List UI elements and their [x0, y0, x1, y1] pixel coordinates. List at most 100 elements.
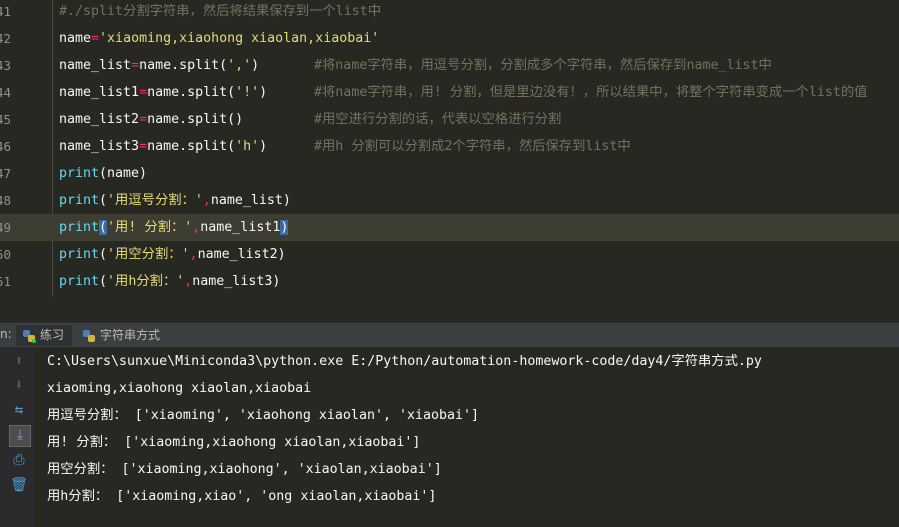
console-line: 用! 分割： ['xiaoming,xiaohong xiaolan,xiaob… [47, 435, 421, 450]
line-number: 51 [0, 274, 12, 289]
line-number: 44 [0, 85, 12, 100]
code-line[interactable]: 48 print('用逗号分割：',name_list) [0, 187, 899, 214]
code-token: ( [99, 220, 108, 235]
code-token: name_list2) [197, 247, 286, 262]
line-number: 42 [0, 31, 12, 46]
line-number: 41 [0, 4, 12, 19]
code-token: name.split() [147, 112, 244, 127]
code-token: name.split( [139, 58, 228, 73]
console-line: xiaoming,xiaohong xiaolan,xiaobai [47, 381, 312, 396]
code-line[interactable]: 49 print('用! 分割：',name_list1) [0, 214, 899, 241]
run-toolbar: ⬆ ⬇ ⇆ ⤓ ⎙ 🗑 [0, 348, 36, 527]
trash-icon[interactable]: 🗑 [10, 476, 28, 494]
print-icon[interactable]: ⎙ [10, 451, 28, 469]
code-token: '用! 分割：' [107, 220, 193, 235]
code-line[interactable]: 46 name_list3=name.split('h') #用h 分割可以分割成2… [0, 133, 899, 160]
console-output: C:\Users\sunxue\Miniconda3\python.exe E:… [47, 348, 762, 510]
down-arrow-icon[interactable]: ⬇ [10, 376, 28, 394]
code-token: name_list3) [192, 274, 281, 289]
code-token: print [59, 220, 100, 235]
tab-label: 字符串方式 [100, 328, 161, 342]
code-text: print('用空分割：',name_list2) [59, 241, 286, 268]
code-token: name [59, 31, 92, 46]
code-token: = [139, 85, 148, 100]
code-token: '!' [235, 85, 260, 100]
code-comment: #将name字符串，用逗号分割，分割成多个字符串，然后保存到name_list中 [314, 58, 772, 73]
soft-wrap-icon[interactable]: ⇆ [10, 401, 28, 419]
code-token: name_list2 [59, 112, 140, 127]
code-comment: #用h 分割可以分割成2个字符串，然后保存到list中 [314, 139, 631, 154]
run-tab-practice[interactable]: 练习 [16, 325, 72, 346]
code-text: print('用逗号分割：',name_list) [59, 187, 291, 214]
scroll-to-end-icon[interactable]: ⤓ [9, 425, 31, 447]
code-token: 'h' [235, 139, 260, 154]
code-token: '用逗号分割：' [107, 193, 203, 208]
code-token: = [91, 31, 100, 46]
code-token: name_list1 [59, 85, 140, 100]
python-icon [83, 330, 95, 342]
code-token: '用h分割：' [107, 274, 185, 289]
run-tab-bar: n: 练习 字符串方式 [0, 322, 899, 348]
console-line: 用空分割： ['xiaoming,xiaohong', 'xiaolan,xia… [47, 462, 442, 477]
code-token: name.split( [147, 85, 236, 100]
run-label: n: [0, 327, 12, 341]
code-comment: #用空进行分割的话，代表以空格进行分割 [314, 112, 562, 127]
code-token: = [139, 112, 148, 127]
code-token: , [189, 247, 198, 262]
code-token: (name) [99, 166, 148, 181]
code-text: name_list=name.split(',') [59, 52, 259, 79]
line-number: 46 [0, 139, 12, 154]
tab-label: 练习 [40, 328, 65, 342]
code-editor[interactable]: 41#./split分割字符串，然后将结果保存到一个list中42name='x… [0, 0, 899, 322]
code-line[interactable]: 50 print('用空分割：',name_list2) [0, 241, 899, 268]
line-number: 48 [0, 193, 12, 208]
code-token: ',' [227, 58, 252, 73]
up-arrow-icon[interactable]: ⬆ [10, 352, 28, 370]
code-text: #./split分割字符串，然后将结果保存到一个list中 [59, 0, 381, 25]
code-token: name_list1 [200, 220, 281, 235]
console-line: C:\Users\sunxue\Miniconda3\python.exe E:… [47, 354, 762, 369]
code-token: #./split分割字符串，然后将结果保存到一个list中 [59, 4, 382, 19]
code-token: print [59, 166, 100, 181]
code-line[interactable]: 43 name_list=name.split(',') #将name字符串，用逗号… [0, 52, 899, 79]
code-line[interactable]: 41 #./split分割字符串，然后将结果保存到一个list中 [0, 0, 899, 25]
code-text: print(name) [59, 160, 147, 187]
code-token: print [59, 193, 100, 208]
line-number: 50 [0, 247, 12, 262]
code-line[interactable]: 45 name_list2=name.split() #用空进行分割的话，代表以空格… [0, 106, 899, 133]
code-line[interactable]: 44 name_list1=name.split('!') #将name字符串，用!… [0, 79, 899, 106]
console-line: 用逗号分割： ['xiaoming', 'xiaohong xiaolan', … [47, 408, 480, 423]
run-tab-string-methods[interactable]: 字符串方式 [76, 325, 166, 346]
code-token: ) [259, 85, 268, 100]
code-token: name.split( [147, 139, 236, 154]
line-number: 45 [0, 112, 12, 127]
code-text: print('用h分割：',name_list3) [59, 268, 280, 295]
code-token: print [59, 247, 100, 262]
code-text: name_list1=name.split('!') [59, 79, 267, 106]
line-number: 49 [0, 220, 12, 235]
code-text: print('用! 分割：',name_list1) [59, 214, 289, 241]
code-line[interactable]: 47 print(name) [0, 160, 899, 187]
line-number: 43 [0, 58, 12, 73]
code-token: ) [259, 139, 268, 154]
code-token: ) [280, 220, 289, 235]
code-comment: #将name字符串，用! 分割，但是里边没有！，所以结果中，将整个字符串变成一个… [314, 85, 868, 100]
code-token: ( [99, 247, 108, 262]
line-number: 47 [0, 166, 12, 181]
code-line[interactable]: 51 print('用h分割：',name_list3) [0, 268, 899, 295]
code-token: name_list3 [59, 139, 140, 154]
code-token: ( [99, 274, 108, 289]
code-token: 'xiaoming,xiaohong xiaolan,xiaobai' [99, 31, 380, 46]
code-token: '用空分割：' [107, 247, 190, 262]
console-line: 用h分割： ['xiaoming,xiao', 'ong xiaolan,xia… [47, 489, 437, 504]
code-token: print [59, 274, 100, 289]
code-token: , [202, 193, 211, 208]
code-token: ( [99, 193, 108, 208]
code-text: name_list2=name.split() [59, 106, 243, 133]
code-token: name_list [59, 58, 132, 73]
code-line[interactable]: 42 name='xiaoming,xiaohong xiaolan,xiaoba… [0, 25, 899, 52]
code-token: name_list) [210, 193, 291, 208]
code-text: name='xiaoming,xiaohong xiaolan,xiaobai' [59, 25, 379, 52]
code-text: name_list3=name.split('h') [59, 133, 267, 160]
code-token: ) [251, 58, 260, 73]
